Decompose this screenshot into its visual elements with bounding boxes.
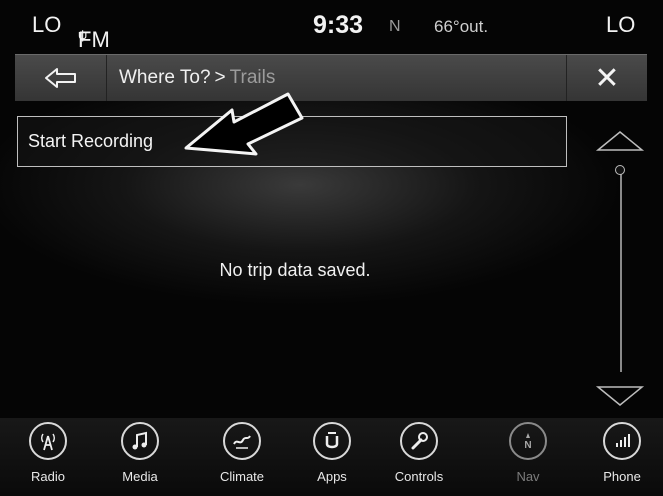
compass-heading: N [389, 18, 401, 35]
start-recording-label: Start Recording [28, 131, 154, 151]
radio-icon [29, 422, 67, 460]
status-bar: LO ψFM 101.1 9:33 N 66°out. LO [0, 0, 663, 78]
dock-phone-label: Phone [603, 469, 641, 484]
compass-icon: N [509, 422, 547, 460]
climate-icon [223, 422, 261, 460]
dock-controls-label: Controls [394, 469, 444, 484]
driver-temp[interactable]: LO [32, 12, 61, 38]
dock-media[interactable]: Media [105, 422, 175, 484]
dock-apps[interactable]: Apps [297, 422, 367, 484]
dock-apps-label: Apps [317, 469, 347, 484]
outside-temperature: 66°out. [434, 17, 489, 36]
annotation-arrow-icon [184, 92, 304, 156]
close-icon: ✕ [594, 61, 620, 95]
dock-phone[interactable]: Phone [587, 422, 657, 484]
dock-controls[interactable]: Controls [384, 422, 454, 484]
breadcrumb-root[interactable]: Where To? [119, 67, 211, 88]
passenger-temp[interactable]: LO [606, 12, 635, 38]
head-unit-screen: LO ψFM 101.1 9:33 N 66°out. LO Where To?… [0, 0, 663, 496]
close-button[interactable]: ✕ [566, 55, 647, 101]
scroll-up-icon[interactable] [594, 128, 646, 154]
breadcrumb-current: Trails [229, 67, 276, 88]
back-arrow-icon [44, 68, 76, 88]
svg-text:N: N [524, 440, 531, 451]
scroll-track[interactable] [620, 172, 622, 372]
dock-radio-label: Radio [31, 469, 65, 484]
breadcrumb-separator: > [214, 67, 226, 88]
dock-climate-label: Climate [219, 469, 265, 484]
dock-nav-label: Nav [516, 469, 540, 484]
back-button[interactable] [15, 55, 107, 101]
apps-icon [313, 422, 351, 460]
title-bar: Where To? > Trails ✕ [15, 54, 647, 101]
wrench-icon [400, 422, 438, 460]
scroll-down-icon[interactable] [594, 383, 646, 409]
dock-nav[interactable]: N Nav [493, 422, 563, 484]
phone-signal-icon [603, 422, 641, 460]
scroll-thumb[interactable] [615, 165, 625, 175]
dock-media-label: Media [122, 469, 158, 484]
empty-state-message: No trip data saved. [219, 260, 371, 280]
breadcrumb: Where To? > Trails [119, 67, 275, 89]
clock: 9:33 [313, 11, 364, 39]
dock-radio[interactable]: Radio [13, 422, 83, 484]
music-note-icon [121, 422, 159, 460]
bottom-dock: Radio Media Climate Apps Controls N Nav … [0, 418, 663, 496]
dock-climate[interactable]: Climate [207, 422, 277, 484]
